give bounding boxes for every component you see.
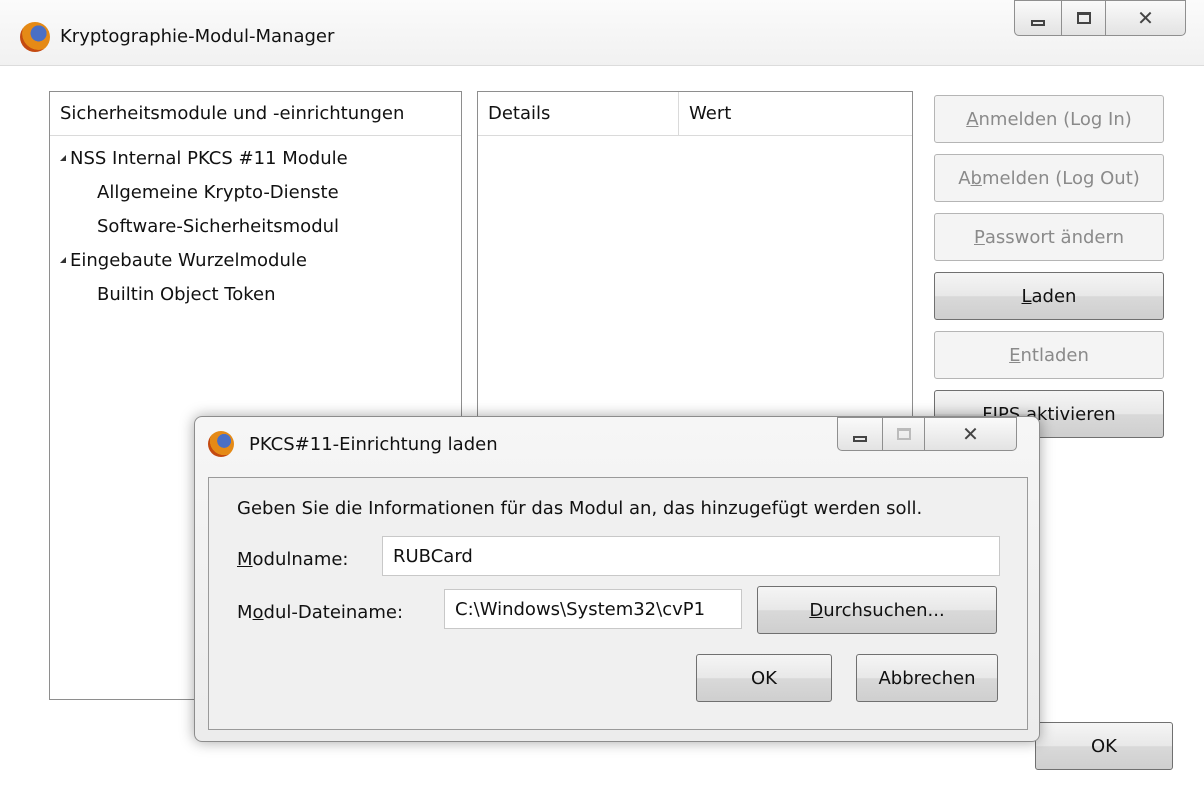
load-button[interactable]: Laden (934, 272, 1164, 320)
change-password-button[interactable]: Passwort ändern (934, 213, 1164, 261)
dialog-minimize-button[interactable] (837, 417, 883, 451)
browse-button[interactable]: Durchsuchen... (757, 586, 997, 634)
tree-item-general-crypto[interactable]: Allgemeine Krypto-Dienste (97, 182, 339, 203)
logout-button[interactable]: Ab melden (Log Out) (934, 154, 1164, 202)
maximize-icon (896, 428, 911, 440)
firefox-logo-icon (20, 22, 50, 52)
tree-item-builtin-roots[interactable]: Eingebaute Wurzelmodule (60, 250, 307, 271)
details-column-header[interactable]: Details (478, 92, 678, 136)
maximize-icon (1076, 12, 1091, 24)
unload-button[interactable]: Entladen (934, 331, 1164, 379)
minimize-button[interactable] (1014, 0, 1062, 36)
module-name-label: Modulname: (237, 549, 349, 570)
tree-item-label: Eingebaute Wurzelmodule (70, 250, 307, 271)
module-file-label: Modul-Dateiname: (237, 602, 404, 623)
dialog-window-controls: ✕ (837, 417, 1017, 451)
maximize-button[interactable] (1062, 0, 1106, 36)
minimize-icon (1031, 20, 1045, 26)
load-pkcs11-dialog: PKCS#11-Einrichtung laden ✕ Geben Sie di… (194, 416, 1040, 742)
tree-item-builtin-object-token[interactable]: Builtin Object Token (97, 284, 276, 305)
dialog-instruction: Geben Sie die Informationen für das Modu… (237, 498, 923, 519)
module-name-input[interactable] (382, 536, 1000, 576)
dialog-cancel-button[interactable]: Abbrechen (856, 654, 998, 702)
dialog-close-button[interactable]: ✕ (925, 417, 1017, 451)
minimize-icon (853, 436, 867, 442)
tree-item-software-security[interactable]: Software-Sicherheitsmodul (97, 216, 339, 237)
dialog-maximize-button[interactable] (883, 417, 925, 451)
main-title-bar[interactable]: Kryptographie-Modul-Manager ✕ (0, 0, 1204, 66)
dialog-title: PKCS#11-Einrichtung laden (249, 434, 498, 455)
main-window-title: Kryptographie-Modul-Manager (60, 26, 335, 47)
value-column-header[interactable]: Wert (679, 92, 912, 136)
expanded-triangle-icon[interactable] (60, 155, 66, 161)
close-icon: ✕ (962, 422, 979, 446)
module-file-input[interactable] (444, 589, 742, 629)
firefox-logo-icon (208, 431, 234, 457)
dialog-ok-button[interactable]: OK (696, 654, 832, 702)
modules-column-header[interactable]: Sicherheitsmodule und -einrichtungen (50, 92, 461, 136)
main-ok-button[interactable]: OK (1035, 722, 1173, 770)
dialog-content: Geben Sie die Informationen für das Modu… (208, 477, 1028, 730)
login-button[interactable]: Anmelden (Log In) (934, 95, 1164, 143)
close-icon: ✕ (1137, 6, 1154, 30)
expanded-triangle-icon[interactable] (60, 257, 66, 263)
close-button[interactable]: ✕ (1106, 0, 1186, 36)
tree-item-label: NSS Internal PKCS #11 Module (70, 148, 348, 169)
main-window-controls: ✕ (1014, 0, 1186, 36)
tree-item-nss-internal[interactable]: NSS Internal PKCS #11 Module (60, 148, 348, 169)
